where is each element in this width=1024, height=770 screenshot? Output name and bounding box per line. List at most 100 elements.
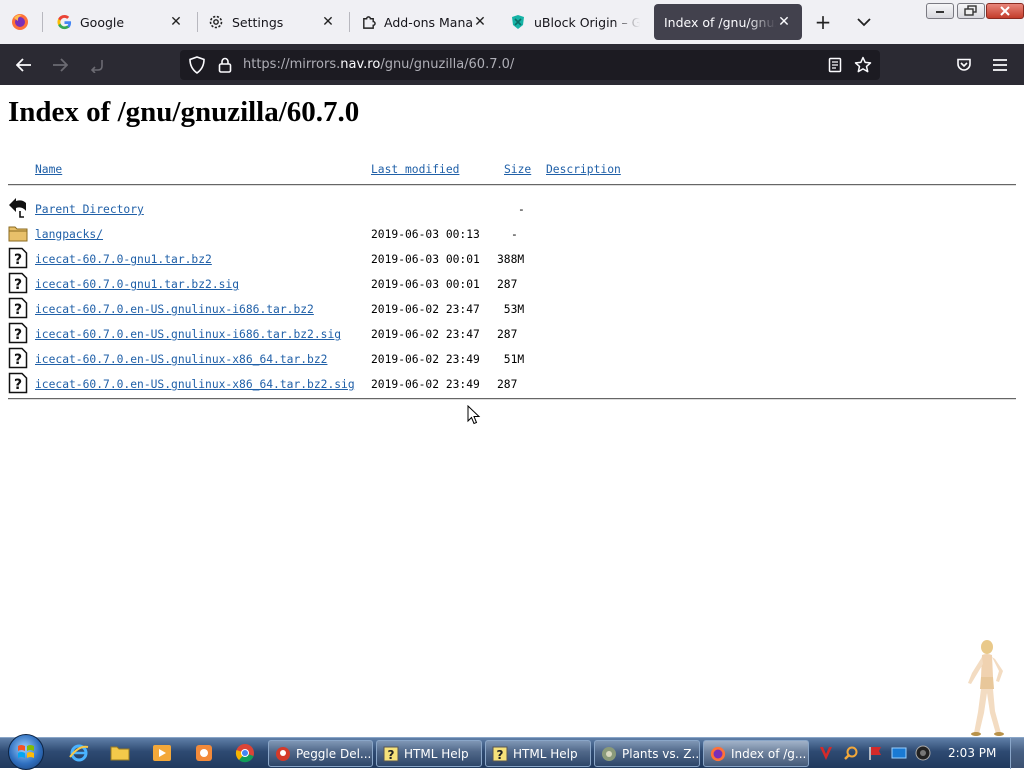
file-size: 287 [497,278,518,291]
file-modified: 2019-06-02 23:47 [371,328,480,341]
tab-ublock-origin[interactable]: uBlock Origin – Ge [500,4,650,40]
desktop-character-figure [960,637,1010,737]
taskbar-window-html-help-1[interactable]: ? HTML Help [376,740,482,767]
tab-settings[interactable]: Settings ✕ [198,4,346,40]
table-row: langpacks/ 2019-06-03 00:13 - [0,226,1024,253]
flag-tray-icon[interactable] [866,744,884,762]
url-path: /gnu/gnuzilla/60.7.0/ [380,57,515,72]
volume-tray-icon[interactable] [914,744,932,762]
tab-title: Add-ons Manager [384,14,472,30]
tab-strip: Google ✕ Settings ✕ Add-ons Manager ✕ uB… [0,0,1024,44]
plants-icon [601,746,617,762]
restore-button[interactable] [957,3,985,19]
pocket-icon[interactable] [951,52,977,78]
file-link[interactable]: langpacks/ [35,228,103,241]
footer-divider [8,398,1016,400]
help-icon: ? [492,746,508,762]
column-header-name[interactable]: Name [35,163,62,176]
google-icon [56,14,72,30]
column-header-last-modified[interactable]: Last modified [371,163,459,176]
tab-addons-manager[interactable]: Add-ons Manager ✕ [350,4,498,40]
file-size: 388M [497,253,525,266]
header-divider [8,184,1016,186]
tab-title: Settings [232,14,284,30]
close-window-button[interactable] [986,3,1024,19]
close-tab-icon[interactable]: ✕ [472,14,488,30]
show-desktop-button[interactable] [1010,738,1024,769]
hamburger-menu-icon[interactable] [987,52,1013,78]
file-modified: 2019-06-02 23:49 [371,378,480,391]
puzzle-icon [360,14,376,30]
unknown-file-icon: ? [8,272,28,294]
bookmark-star-icon[interactable] [854,56,872,74]
start-button[interactable] [8,734,44,770]
taskbar-window-label: Plants vs. Z... [622,746,700,761]
back-arrow-icon[interactable] [11,52,37,78]
antivirus-tray-icon[interactable] [817,744,835,762]
file-modified: 2019-06-03 00:01 [371,253,480,266]
svg-text:?: ? [14,302,22,318]
file-modified: 2019-06-03 00:13 [371,228,480,241]
navigation-toolbar: https://mirrors.nav.ro/gnu/gnuzilla/60.7… [0,44,1024,85]
chrome-icon[interactable] [235,743,255,763]
taskbar-window-html-help-2[interactable]: ? HTML Help [485,740,591,767]
tab-title: Index of /gnu/gnuzilla [664,14,776,30]
column-header-description[interactable]: Description [546,163,621,176]
table-row: Parent Directory - [0,198,1024,228]
file-link[interactable]: icecat-60.7.0.en-US.gnulinux-x86_64.tar.… [35,378,355,391]
taskbar-window-plants-vs-zombies[interactable]: Plants vs. Z... [594,740,700,767]
file-modified: 2019-06-02 23:49 [371,353,480,366]
tab-index-gnuzilla[interactable]: Index of /gnu/gnuzilla ✕ [654,4,802,40]
taskbar-window-firefox[interactable]: Index of /g... [703,740,809,767]
file-link[interactable]: icecat-60.7.0.en-US.gnulinux-i686.tar.bz… [35,328,341,341]
file-link[interactable]: icecat-60.7.0-gnu1.tar.bz2 [35,253,212,266]
unknown-file-icon: ? [8,247,28,269]
file-size: 287 [497,378,518,391]
mouse-cursor-icon [467,404,481,429]
media-player-icon[interactable] [152,743,172,763]
svg-text:?: ? [14,352,22,368]
close-tab-icon[interactable]: ✕ [320,14,336,30]
display-tray-icon[interactable] [890,744,908,762]
lock-icon[interactable] [216,56,234,74]
forward-arrow-icon[interactable] [47,52,73,78]
game-shortcut-icon[interactable] [194,743,214,763]
file-modified: 2019-06-03 00:01 [371,278,480,291]
help-icon: ? [383,746,399,762]
tab-title: uBlock Origin – Ge [534,14,640,30]
reader-view-icon[interactable] [826,56,844,74]
ublock-icon [510,14,526,30]
taskbar-window-peggle[interactable]: Peggle Del... [268,740,373,767]
svg-text:?: ? [14,252,22,268]
firefox-menu-icon[interactable] [0,0,40,44]
file-modified: 2019-06-02 23:47 [371,303,480,316]
file-link[interactable]: icecat-60.7.0.en-US.gnulinux-i686.tar.bz… [35,303,314,316]
table-row: ? icecat-60.7.0.en-US.gnulinux-x86_64.ta… [0,347,1024,378]
url-host: nav.ro [340,57,381,72]
file-explorer-icon[interactable] [110,743,130,763]
column-header-size[interactable]: Size [504,163,531,176]
file-link[interactable]: Parent Directory [35,203,144,216]
tab-google[interactable]: Google ✕ [46,4,194,40]
firefox-icon [710,746,726,762]
url-bar[interactable]: https://mirrors.nav.ro/gnu/gnuzilla/60.7… [180,50,880,80]
reload-icon[interactable] [84,52,110,78]
close-tab-icon[interactable]: ✕ [168,14,184,30]
clock[interactable]: 2:03 PM [948,746,996,760]
tracking-protection-shield-icon[interactable] [188,56,206,74]
minimize-button[interactable] [926,3,954,19]
close-tab-icon[interactable]: ✕ [776,14,792,30]
url-prefix: mirrors. [289,57,341,72]
internet-explorer-icon[interactable] [69,743,89,763]
file-size: 53M [497,303,525,316]
file-size: - [518,203,525,216]
svg-text:?: ? [14,277,22,293]
file-link[interactable]: icecat-60.7.0.en-US.gnulinux-x86_64.tar.… [35,353,327,366]
file-link[interactable]: icecat-60.7.0-gnu1.tar.bz2.sig [35,278,239,291]
search-tray-icon[interactable] [842,744,860,762]
table-row: ? icecat-60.7.0-gnu1.tar.bz2.sig 2019-06… [0,272,1024,303]
url-text[interactable]: https://mirrors.nav.ro/gnu/gnuzilla/60.7… [243,57,514,72]
list-all-tabs-icon[interactable] [852,10,876,34]
new-tab-button[interactable]: + [811,10,835,34]
svg-text:?: ? [14,377,22,393]
